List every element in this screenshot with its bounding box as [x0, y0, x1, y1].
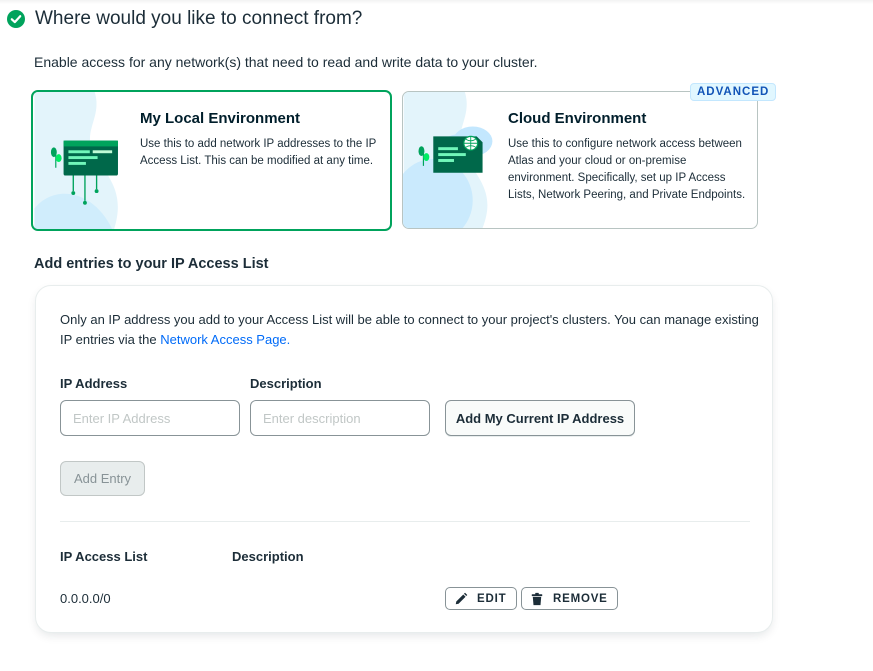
description-label: Description: [250, 376, 322, 391]
access-list-row-ip: 0.0.0.0/0: [60, 591, 111, 606]
pencil-icon: [455, 592, 468, 604]
ip-address-input[interactable]: [60, 400, 240, 436]
description-input[interactable]: [250, 400, 430, 436]
top-divider: [0, 0, 873, 4]
section-intro: Enable access for any network(s) that ne…: [34, 54, 538, 70]
card-local-description: Use this to add network IP addresses to …: [140, 138, 377, 167]
section-title: Where would you like to connect from?: [35, 8, 363, 29]
network-access-link[interactable]: Network Access Page.: [160, 332, 290, 347]
connect-step: Where would you like to connect from? En…: [0, 0, 873, 671]
section-header: Where would you like to connect from?: [7, 8, 362, 30]
local-environment-illustration: [34, 92, 118, 229]
card-cloud-description: Use this to configure network access bet…: [508, 138, 746, 201]
card-cloud-title: Cloud Environment: [508, 110, 647, 127]
ip-address-label: IP Address: [60, 376, 128, 391]
trash-icon: [531, 592, 543, 605]
access-list-heading: Add entries to your IP Access List: [34, 256, 269, 272]
remove-button-label: REMOVE: [553, 592, 608, 605]
column-header-description: Description: [232, 549, 304, 564]
card-local-environment[interactable]: My Local Environment Use this to add net…: [31, 90, 392, 231]
remove-button[interactable]: REMOVE: [521, 587, 618, 610]
column-header-ip: IP Access List: [60, 549, 148, 564]
add-current-ip-button[interactable]: Add My Current IP Address: [445, 400, 635, 436]
card-local-title: My Local Environment: [140, 110, 301, 127]
card-cloud-environment[interactable]: Cloud Environment Use this to configure …: [402, 91, 758, 229]
edit-button-label: EDIT: [477, 592, 507, 605]
cloud-environment-illustration: [403, 92, 493, 228]
access-list-panel: Only an IP address you add to your Acces…: [35, 285, 773, 633]
check-circle-icon: [7, 10, 25, 28]
advanced-badge: ADVANCED: [690, 83, 777, 101]
add-entry-button[interactable]: Add Entry: [60, 461, 145, 496]
access-list-note: Only an IP address you add to your Acces…: [60, 310, 760, 350]
edit-button[interactable]: EDIT: [445, 587, 517, 610]
divider: [60, 521, 750, 522]
